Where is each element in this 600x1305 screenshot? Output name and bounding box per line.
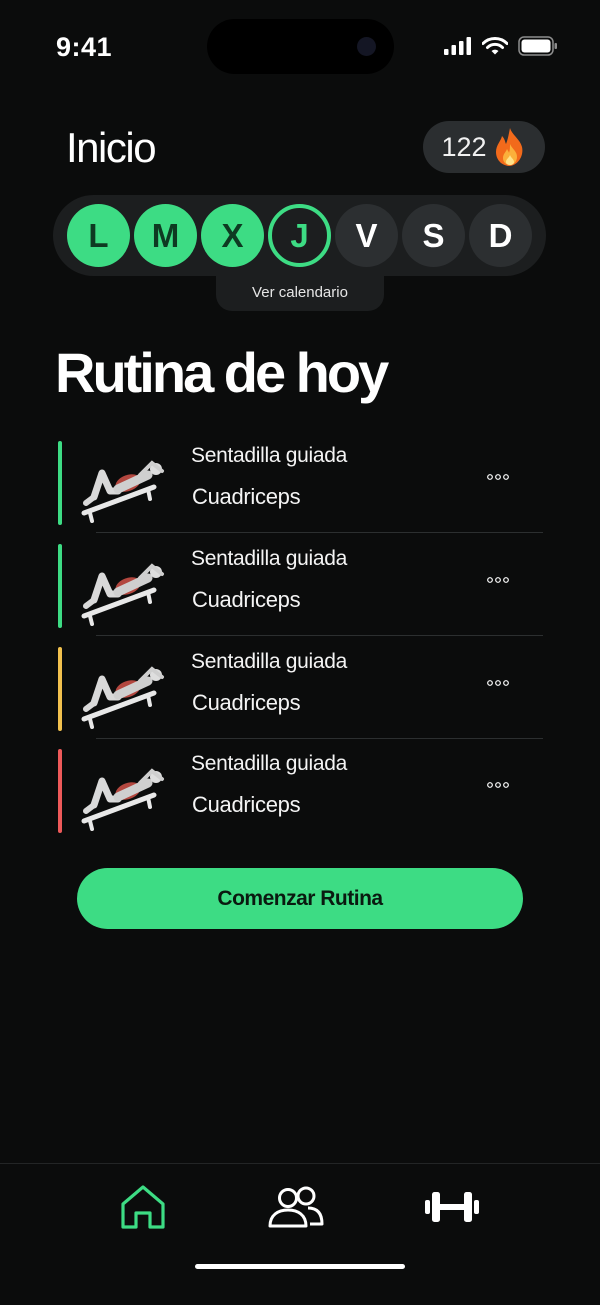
status-icons <box>444 36 558 56</box>
more-options-icon[interactable] <box>486 673 510 693</box>
day-saturday[interactable]: S <box>402 204 465 267</box>
signal-icon <box>444 37 471 55</box>
streak-badge[interactable]: 122 <box>423 121 545 173</box>
page-title: Inicio <box>66 124 157 171</box>
day-wednesday[interactable]: X <box>201 204 264 267</box>
bench-exercise-icon <box>78 550 168 626</box>
status-accent <box>58 647 62 731</box>
status-bar: 9:41 <box>0 0 600 95</box>
status-accent <box>58 544 62 628</box>
calendar-link[interactable]: Ver calendario <box>216 274 384 311</box>
week-selector: L M X J V S D <box>53 195 546 276</box>
exercise-muscle: Cuadriceps <box>192 690 301 715</box>
more-options-icon[interactable] <box>486 775 510 795</box>
day-monday[interactable]: L <box>67 204 130 267</box>
battery-icon <box>518 36 557 56</box>
bench-exercise-icon <box>78 653 168 729</box>
divider <box>96 532 543 533</box>
dynamic-island <box>207 19 394 74</box>
streak-count: 122 <box>441 131 487 162</box>
tab-home[interactable] <box>113 1182 173 1232</box>
exercise-item[interactable]: Sentadilla guiada Cuadriceps <box>56 441 544 541</box>
exercise-item[interactable]: Sentadilla guiada Cuadriceps <box>56 647 544 747</box>
exercise-name: Sentadilla guiada <box>191 547 348 570</box>
exercise-muscle: Cuadriceps <box>192 484 301 509</box>
users-icon <box>268 1186 324 1228</box>
divider <box>96 738 543 739</box>
bench-exercise-icon <box>78 447 168 523</box>
exercise-item[interactable]: Sentadilla guiada Cuadriceps <box>56 544 544 644</box>
more-options-icon[interactable] <box>486 570 510 590</box>
day-thursday[interactable]: J <box>268 204 331 267</box>
home-indicator[interactable] <box>195 1264 405 1269</box>
day-tuesday[interactable]: M <box>134 204 197 267</box>
start-routine-button[interactable]: Comenzar Rutina <box>77 868 523 929</box>
exercise-name: Sentadilla guiada <box>191 752 348 775</box>
home-icon <box>121 1185 165 1229</box>
exercise-name: Sentadilla guiada <box>191 444 348 467</box>
day-sunday[interactable]: D <box>469 204 532 267</box>
tab-workouts[interactable] <box>422 1182 482 1232</box>
status-accent <box>58 441 62 525</box>
tab-community[interactable] <box>266 1182 326 1232</box>
more-options-icon[interactable] <box>486 467 510 487</box>
camera-icon <box>357 37 376 56</box>
divider <box>96 635 543 636</box>
status-accent <box>58 749 62 833</box>
wifi-icon <box>482 37 508 55</box>
exercise-name: Sentadilla guiada <box>191 650 348 673</box>
bench-exercise-icon <box>78 755 168 831</box>
status-time: 9:41 <box>56 32 113 62</box>
section-title: Rutina de hoy <box>55 341 389 404</box>
exercise-muscle: Cuadriceps <box>192 587 301 612</box>
tab-bar <box>0 1163 600 1305</box>
dumbbell-icon <box>425 1192 479 1222</box>
exercise-item[interactable]: Sentadilla guiada Cuadriceps <box>56 749 544 849</box>
day-friday[interactable]: V <box>335 204 398 267</box>
exercise-muscle: Cuadriceps <box>192 792 301 817</box>
flame-icon <box>495 128 522 166</box>
